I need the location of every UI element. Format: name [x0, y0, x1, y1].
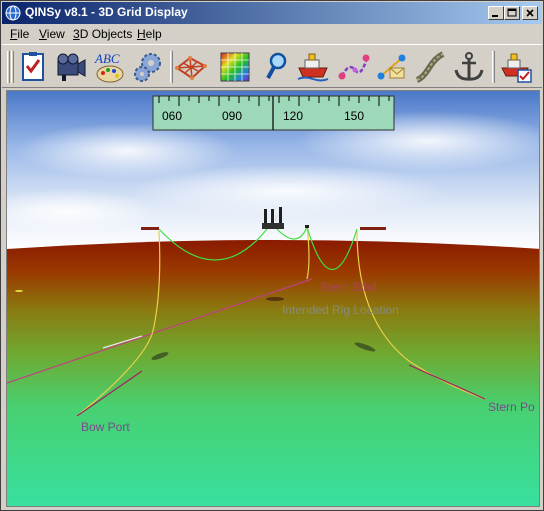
vessel-settings-button[interactable]: [500, 50, 534, 84]
3d-scene[interactable]: [7, 91, 540, 507]
title-bar[interactable]: QINSy v8.1 - 3D Grid Display: [2, 2, 542, 24]
compass-label-090: 090: [222, 109, 243, 123]
3d-grid-viewport[interactable]: 060 090 120 150 Stern Stbd Intended Rig …: [6, 90, 540, 507]
grid-net-button[interactable]: [174, 50, 208, 84]
abc-palette-icon: ABC: [94, 51, 124, 83]
video-camera-button[interactable]: [54, 50, 88, 84]
grid-net-icon: [175, 56, 207, 80]
label-intended-rig-location: Intended Rig Location: [282, 303, 399, 317]
gears-icon: [134, 53, 161, 82]
menu-bar: File View 3D Objects Help: [2, 25, 542, 43]
menu-3d-objects-accel: 3: [73, 27, 80, 41]
video-camera-icon: [57, 53, 86, 81]
minimize-icon: [492, 15, 498, 17]
toolbar: ABC: [2, 44, 542, 88]
vessel-icon: [297, 53, 329, 82]
menu-view[interactable]: View: [39, 27, 65, 41]
menu-help-label: elp: [145, 27, 162, 41]
label-bow-port: Bow Port: [81, 420, 130, 434]
magnifier-button[interactable]: [262, 50, 296, 84]
menu-file-label: ile: [17, 27, 30, 41]
compass-label-120: 120: [283, 109, 304, 123]
label-stern-stbd: Stern Stbd: [320, 280, 377, 294]
rope-icon: [415, 51, 445, 83]
magnifier-icon: [266, 52, 287, 79]
application-window: QINSy v8.1 - 3D Grid Display File View 3…: [0, 0, 544, 511]
toolbar-separator: [492, 51, 495, 83]
vessel-button[interactable]: [297, 50, 331, 84]
maximize-button[interactable]: [504, 6, 520, 20]
color-grid-icon: [220, 52, 250, 82]
menu-3d-objects-label: D Objects: [79, 27, 133, 41]
menu-view-accel: V: [39, 27, 47, 41]
menu-view-label: iew: [46, 27, 65, 41]
seabed-surface: [7, 240, 539, 506]
waypoint-button[interactable]: [375, 50, 409, 84]
menu-help-accel: H: [137, 27, 146, 41]
waypoint-icon: [377, 54, 406, 80]
checklist-button[interactable]: [17, 50, 51, 84]
vessel-settings-icon: [501, 53, 532, 83]
minimize-button[interactable]: [488, 6, 504, 20]
route-icon: [338, 54, 370, 80]
abc-palette-button[interactable]: ABC: [93, 50, 127, 84]
menu-help[interactable]: Help: [137, 27, 162, 41]
toolbar-grip[interactable]: [7, 51, 10, 83]
anchor-button[interactable]: [452, 50, 486, 84]
rope-button[interactable]: [413, 50, 447, 84]
color-grid-button[interactable]: [218, 50, 252, 84]
toolbar-grip[interactable]: [11, 51, 14, 83]
route-button[interactable]: [337, 50, 371, 84]
close-button[interactable]: [522, 6, 538, 20]
anchor-icon: [454, 52, 484, 81]
window-title: QINSy v8.1 - 3D Grid Display: [25, 5, 188, 19]
menu-3d-objects[interactable]: 3D Objects: [73, 27, 132, 41]
toolbar-separator: [170, 51, 173, 83]
label-stern-port: Stern Po: [488, 400, 535, 414]
qinsy-globe-icon[interactable]: [5, 5, 21, 21]
gears-button[interactable]: [131, 50, 165, 84]
menu-file[interactable]: File: [10, 27, 29, 41]
svg-text:ABC: ABC: [94, 51, 120, 66]
checklist-icon: [22, 52, 44, 81]
close-icon: [526, 9, 534, 17]
maximize-icon: [507, 8, 517, 17]
compass-label-150: 150: [344, 109, 365, 123]
compass-label-060: 060: [162, 109, 183, 123]
